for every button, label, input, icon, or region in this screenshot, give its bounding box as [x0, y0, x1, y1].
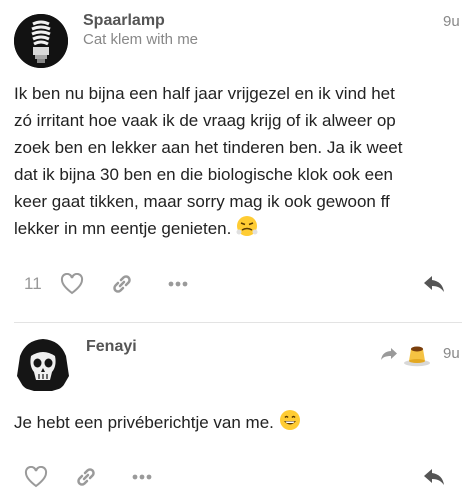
avatar-spaarlamp[interactable] — [14, 14, 68, 68]
post-body: Je hebt een privéberichtje van me. — [14, 409, 301, 436]
reply-arrow-icon — [381, 348, 397, 360]
reply-to-label[interactable]: Cat klem with me — [83, 31, 198, 48]
like-count[interactable]: 11 — [24, 272, 42, 296]
username[interactable]: Fenayi — [86, 338, 137, 356]
ellipsis-icon — [168, 281, 188, 287]
post-time[interactable]: 9u — [443, 345, 460, 362]
body-text: Je hebt een privéberichtje van me. — [14, 413, 274, 432]
body-line: dat ik bijna 30 ben en die biologische k… — [14, 165, 393, 184]
body-line-text: lekker in mn eentje genieten. — [14, 219, 232, 238]
more-button[interactable] — [128, 463, 156, 491]
post-time[interactable]: 9u — [443, 13, 460, 30]
link-icon — [113, 275, 131, 293]
reply-to-avatar[interactable] — [402, 339, 432, 369]
skull-icon — [14, 336, 72, 394]
body-line: keer gaat tikken, maar sorry mag ik ook … — [14, 192, 390, 211]
body-line: Ik ben nu bijna een half jaar vrijgezel … — [14, 84, 395, 103]
body-line: zoek ben en lekker aan het tinderen ben.… — [14, 138, 403, 157]
flan-emoji — [404, 346, 430, 367]
copy-link-button[interactable] — [108, 270, 136, 298]
reply-to-button[interactable] — [378, 343, 400, 365]
reply-button[interactable] — [420, 463, 448, 491]
copy-link-button[interactable] — [72, 463, 100, 491]
body-line: zó irritant hoe vaak ik de vraag krijg o… — [14, 111, 396, 130]
reply-icon — [424, 469, 444, 485]
post-fenayi: Fenayi 9u Je hebt een privéberichtje van… — [0, 323, 474, 500]
steam-from-nose-emoji — [236, 216, 258, 236]
username[interactable]: Spaarlamp — [83, 12, 165, 30]
more-button[interactable] — [164, 270, 192, 298]
heart-icon — [60, 273, 84, 295]
grinning-emoji — [279, 410, 300, 430]
reply-icon — [424, 276, 444, 292]
post-spaarlamp: Spaarlamp Cat klem with me 9u Ik ben nu … — [0, 0, 474, 322]
like-button[interactable] — [22, 463, 50, 491]
body-line-last: lekker in mn eentje genieten. — [14, 215, 258, 242]
heart-icon — [24, 466, 48, 488]
lightbulb-icon — [14, 14, 68, 68]
ellipsis-icon — [132, 474, 152, 480]
reply-button[interactable] — [420, 270, 448, 298]
link-icon — [77, 468, 95, 486]
like-button[interactable] — [58, 270, 86, 298]
avatar-fenayi[interactable] — [14, 336, 72, 394]
